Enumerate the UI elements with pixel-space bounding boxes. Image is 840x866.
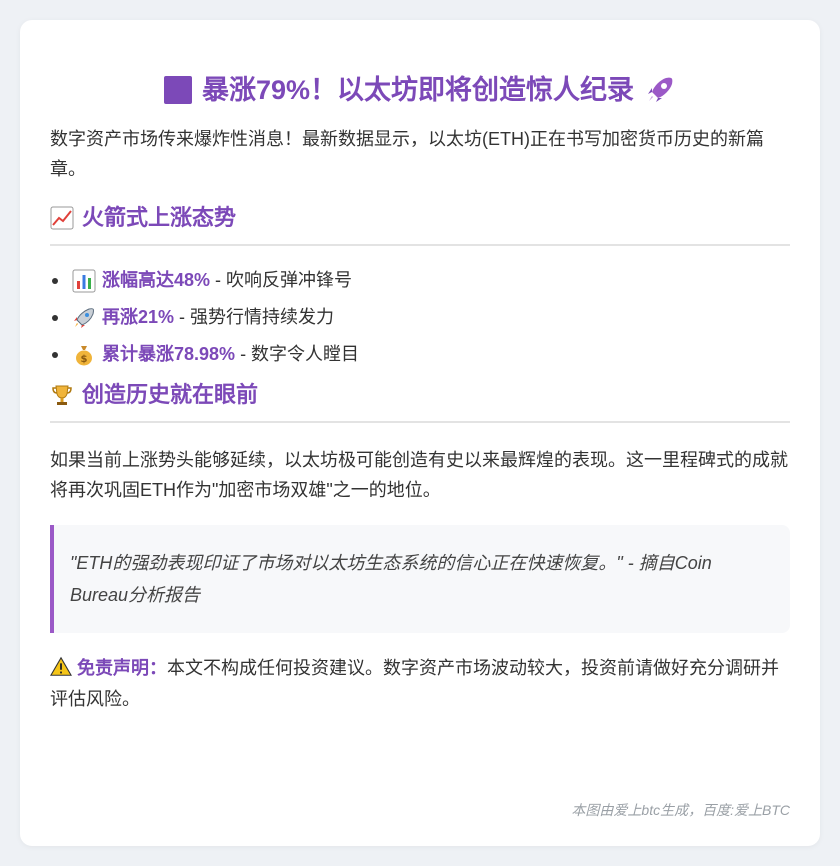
purple-square-icon (163, 76, 192, 104)
section-heading-rise-text: 火箭式上涨态势 (82, 205, 237, 230)
chart-up-icon (50, 206, 74, 230)
list-item-text: - 吹响反弹冲锋号 (210, 270, 353, 290)
rise-list: 涨幅高达48% - 吹响反弹冲锋号 再涨21% - 强势行情持续发力 $ 累计暴… (50, 262, 790, 373)
section-heading-history-text: 创造历史就在眼前 (82, 382, 259, 407)
trophy-icon (52, 385, 72, 405)
list-item-highlight: 累计暴涨78.98% (102, 344, 236, 364)
history-paragraph: 如果当前上涨势头能够延续，以太坊极可能创造有史以来最辉煌的表现。这一里程碑式的成… (50, 450, 788, 500)
page-title: 暴涨79%！以太坊即将创造惊人纪录 (50, 70, 790, 110)
list-item-text: - 强势行情持续发力 (174, 307, 335, 327)
list-item: 再涨21% - 强势行情持续发力 (50, 299, 790, 336)
page-title-text: 暴涨79%！以太坊即将创造惊人纪录 (201, 75, 635, 105)
warning-icon (50, 656, 72, 676)
disclaimer-label: 免责声明： (77, 658, 168, 678)
list-item-highlight: 再涨21% (102, 307, 175, 327)
article-card: 暴涨79%！以太坊即将创造惊人纪录 数字资产市场传来爆炸性消息！最新数据显示，以… (20, 20, 820, 846)
quote-block: "ETH的强劲表现印证了市场对以太坊生态系统的信心正在快速恢复。" - 摘自Co… (50, 525, 790, 633)
section-heading-history: 创造历史就在眼前 (50, 379, 790, 423)
footer-credit: 本图由爱上btc生成，百度:爱上BTC (571, 802, 790, 818)
svg-text:$: $ (81, 354, 88, 365)
rocket-icon (648, 77, 673, 102)
money-bag-icon: $ (76, 345, 92, 365)
list-item-highlight: 涨幅高达48% (102, 270, 211, 290)
disclaimer: 免责声明：本文不构成任何投资建议。数字资产市场波动较大，投资前请做好充分调研并评… (50, 653, 790, 715)
list-item: $ 累计暴涨78.98% - 数字令人瞠目 (50, 336, 790, 373)
list-item-text: - 数字令人瞠目 (235, 344, 360, 364)
bar-chart-icon (72, 269, 96, 292)
quote-text: "ETH的强劲表现印证了市场对以太坊生态系统的信心正在快速恢复。" - 摘自Co… (70, 553, 712, 605)
rocket-icon (74, 307, 94, 328)
intro-paragraph: 数字资产市场传来爆炸性消息！最新数据显示，以太坊(ETH)正在书写加密货币历史的… (50, 129, 764, 179)
list-item: 涨幅高达48% - 吹响反弹冲锋号 (50, 262, 790, 299)
section-heading-rise: 火箭式上涨态势 (50, 202, 790, 246)
